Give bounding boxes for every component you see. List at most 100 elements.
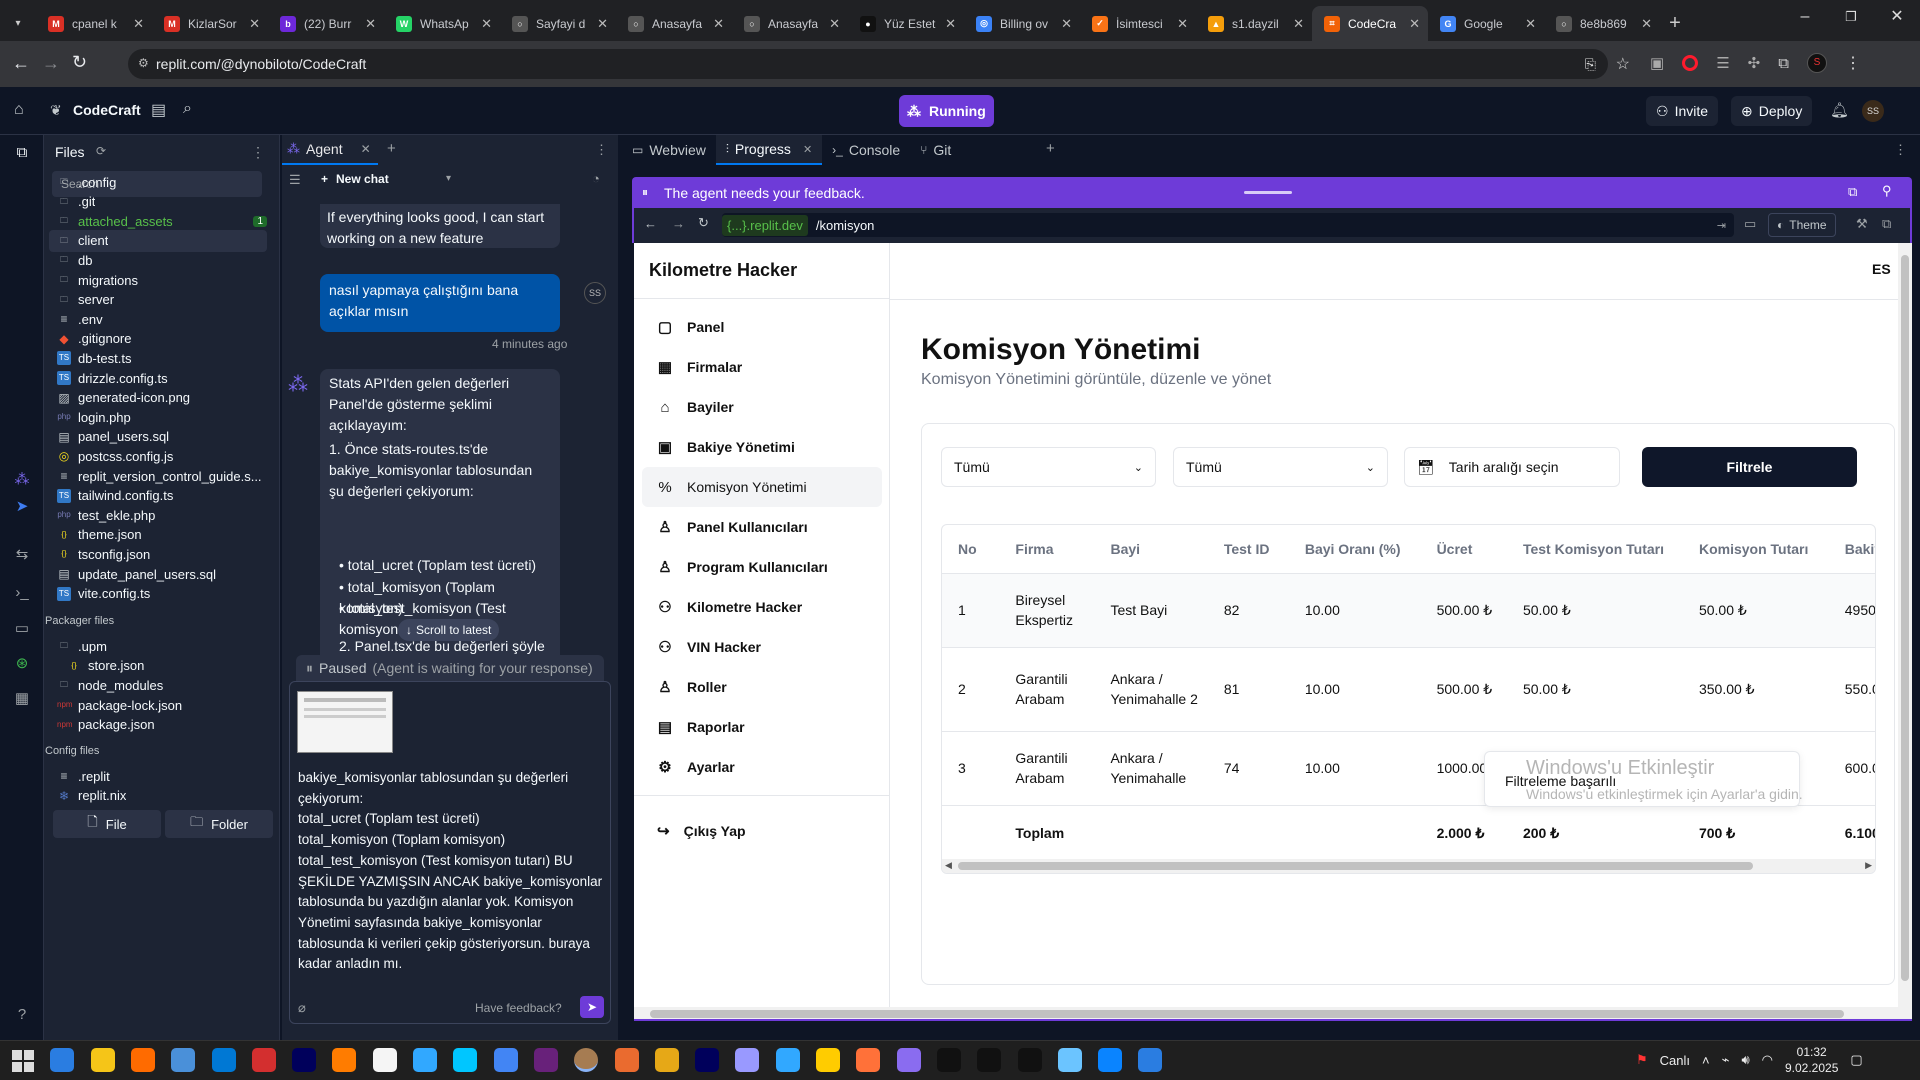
network-icon[interactable]: ⌁ — [1722, 1052, 1730, 1068]
nav-item[interactable]: ▦ Firmalar — [642, 347, 882, 387]
opera-icon[interactable] — [1682, 55, 1699, 71]
firma-filter-select[interactable]: Tümü ⌄ — [941, 447, 1156, 487]
app-icon[interactable] — [695, 1048, 720, 1072]
yandex-icon[interactable] — [896, 1048, 921, 1072]
nav-item[interactable]: ⚇ Kilometre Hacker — [642, 587, 882, 627]
app-icon[interactable] — [816, 1048, 840, 1072]
agent-tab[interactable]: ⁂ Agent ✕ — [282, 135, 378, 165]
photoshop-icon[interactable] — [856, 1048, 881, 1072]
firefox-icon[interactable] — [936, 1048, 961, 1072]
file-tree-item[interactable]: ❄ replit.nix — [57, 785, 267, 807]
scrollbar-thumb[interactable] — [650, 1010, 1844, 1018]
close-icon[interactable]: ✕ — [1641, 16, 1652, 32]
attach-icon[interactable]: ⌀ — [298, 1000, 306, 1016]
app-icon[interactable] — [654, 1048, 679, 1072]
devtools-icon[interactable]: ⚒ — [1856, 216, 1868, 232]
table-row[interactable]: 2 Garantili Arabam Ankara / Yenimahalle 2 8… — [942, 647, 1875, 731]
chevron-down-icon[interactable]: ▾ — [446, 173, 451, 184]
assistant-icon[interactable]: ➤ — [12, 497, 32, 517]
nav-item[interactable]: ♙ Program Kullanıcıları — [642, 547, 882, 587]
project-name[interactable]: CodeCraft — [73, 102, 141, 118]
close-icon[interactable]: ✕ — [945, 16, 956, 32]
close-icon[interactable]: ✕ — [1525, 16, 1536, 32]
home-icon[interactable]: ⌂ — [14, 101, 24, 119]
address-bar[interactable]: ⚙ replit.com/@dynobiloto/CodeCraft ⎘ ☆ — [128, 49, 1630, 79]
app-icon[interactable] — [1138, 1048, 1163, 1072]
edge-icon[interactable] — [90, 1048, 115, 1072]
close-icon[interactable]: ✕ — [133, 16, 144, 32]
files-icon[interactable]: ⧉ — [12, 143, 32, 163]
capcut-icon[interactable] — [1017, 1048, 1042, 1072]
vertical-scrollbar[interactable] — [1898, 243, 1912, 1007]
scroll-left-icon[interactable]: ◀ — [945, 860, 952, 871]
tab-progress[interactable]: ⫶ Progress ✕ — [715, 135, 823, 165]
tab-console[interactable]: ›_ Console — [822, 135, 910, 165]
close-icon[interactable]: ✕ — [361, 142, 371, 156]
webview-url-input[interactable]: {...}.replit.dev /komisyon ⇥ — [722, 213, 1734, 237]
date-range-picker[interactable]: 📅︎ Tarih aralığı seçin — [1404, 447, 1620, 487]
drag-handle[interactable] — [1244, 191, 1292, 194]
notifications-icon[interactable]: ▢ — [1850, 1052, 1862, 1068]
app-icon[interactable] — [292, 1048, 317, 1072]
settings-icon[interactable] — [413, 1048, 437, 1072]
visual-studio-icon[interactable] — [614, 1048, 639, 1072]
browser-tab[interactable]: ○ Anasayfa ✕ — [616, 6, 732, 41]
premiere-icon[interactable] — [453, 1048, 478, 1072]
invite-button[interactable]: ⚇ Invite — [1646, 96, 1719, 126]
bell-icon[interactable]: 🔔︎ — [1830, 101, 1849, 119]
weather-label[interactable]: Canlı — [1660, 1053, 1690, 1068]
install-app-icon[interactable]: ⎘ — [1585, 56, 1596, 73]
close-icon[interactable]: ✕ — [1293, 16, 1304, 32]
app-icon[interactable] — [977, 1048, 1002, 1072]
close-icon[interactable]: ✕ — [1409, 16, 1420, 32]
browser-tab[interactable]: ● Yüz Estet ✕ — [848, 6, 964, 41]
bayi-filter-select[interactable]: Tümü ⌄ — [1173, 447, 1388, 487]
wifi-icon[interactable]: ◠ — [1762, 1052, 1773, 1068]
weather-icon[interactable]: ⚑ — [1636, 1052, 1648, 1068]
logout-link[interactable]: ↪ Çıkış Yap — [642, 811, 882, 851]
tab-search-button[interactable]: ▾ — [0, 6, 36, 41]
pane-menu-icon[interactable]: ⋮ — [1894, 142, 1907, 158]
browser-tab[interactable]: b (22) Burr ✕ — [268, 6, 384, 41]
pane-menu-icon[interactable]: ⋮ — [595, 142, 608, 158]
nav-item[interactable]: ⌂ Bayiler — [642, 387, 882, 427]
nav-item[interactable]: ♙ Panel Kullanıcıları — [642, 507, 882, 547]
volume-icon[interactable]: 🔊︎ — [1741, 1052, 1749, 1068]
chrome-icon[interactable] — [574, 1048, 599, 1072]
scroll-right-icon[interactable]: ▶ — [1865, 860, 1872, 871]
bookmark-star-icon[interactable]: ☆ — [1616, 54, 1630, 74]
app-icon[interactable] — [211, 1048, 236, 1072]
nav-item[interactable]: ⚇ VIN Hacker — [642, 627, 882, 667]
add-tab-icon[interactable]: + — [387, 140, 396, 157]
extension-icon[interactable]: ▣ — [1650, 54, 1664, 72]
files-menu-icon[interactable]: ⋮ — [251, 144, 265, 161]
open-new-tab-icon[interactable]: ⧉ — [1882, 216, 1891, 232]
filter-button[interactable]: Filtrele — [1642, 447, 1857, 487]
nav-item[interactable]: ⚙ Ayarlar — [642, 747, 882, 787]
new-chat-button[interactable]: + New chat — [321, 172, 389, 186]
reload-icon[interactable]: ↻ — [72, 52, 87, 73]
forward-icon[interactable]: → — [672, 216, 685, 231]
close-icon[interactable]: ✕ — [1061, 16, 1072, 32]
close-icon[interactable]: ✕ — [249, 16, 260, 32]
close-icon[interactable]: ✕ — [365, 16, 376, 32]
nav-item[interactable]: ▣ Bakiye Yönetimi — [642, 427, 882, 467]
pin-icon[interactable]: ⚲ — [1882, 183, 1892, 199]
file-explorer-icon[interactable] — [130, 1048, 155, 1072]
site-info-icon[interactable]: ⚙ — [138, 56, 149, 70]
add-tab-icon[interactable]: + — [1046, 140, 1055, 157]
user-badge[interactable]: ES — [1872, 261, 1891, 277]
browser-tab[interactable]: ▲ s1.dayzil ✕ — [1196, 6, 1312, 41]
deploy-button[interactable]: ⊕ Deploy — [1731, 96, 1813, 126]
user-avatar[interactable]: SS — [1862, 100, 1884, 122]
new-file-button[interactable]: 🗋︎ File — [53, 810, 161, 838]
browser-tab[interactable]: ○ Anasayfa ✕ — [732, 6, 848, 41]
nav-item[interactable]: ♙ Roller — [642, 667, 882, 707]
tools-icon[interactable]: ⇆ — [12, 545, 32, 565]
nav-item[interactable]: ▤ Raporlar — [642, 707, 882, 747]
browser-tab[interactable]: ✓ İsimtesci ✕ — [1080, 6, 1196, 41]
app-icon[interactable] — [533, 1048, 558, 1072]
minimize-button[interactable]: – — [1782, 0, 1828, 34]
browser-tab[interactable]: M KizlarSor ✕ — [152, 6, 268, 41]
browser-tab[interactable]: ○ 8e8b869 ✕ — [1544, 6, 1660, 41]
